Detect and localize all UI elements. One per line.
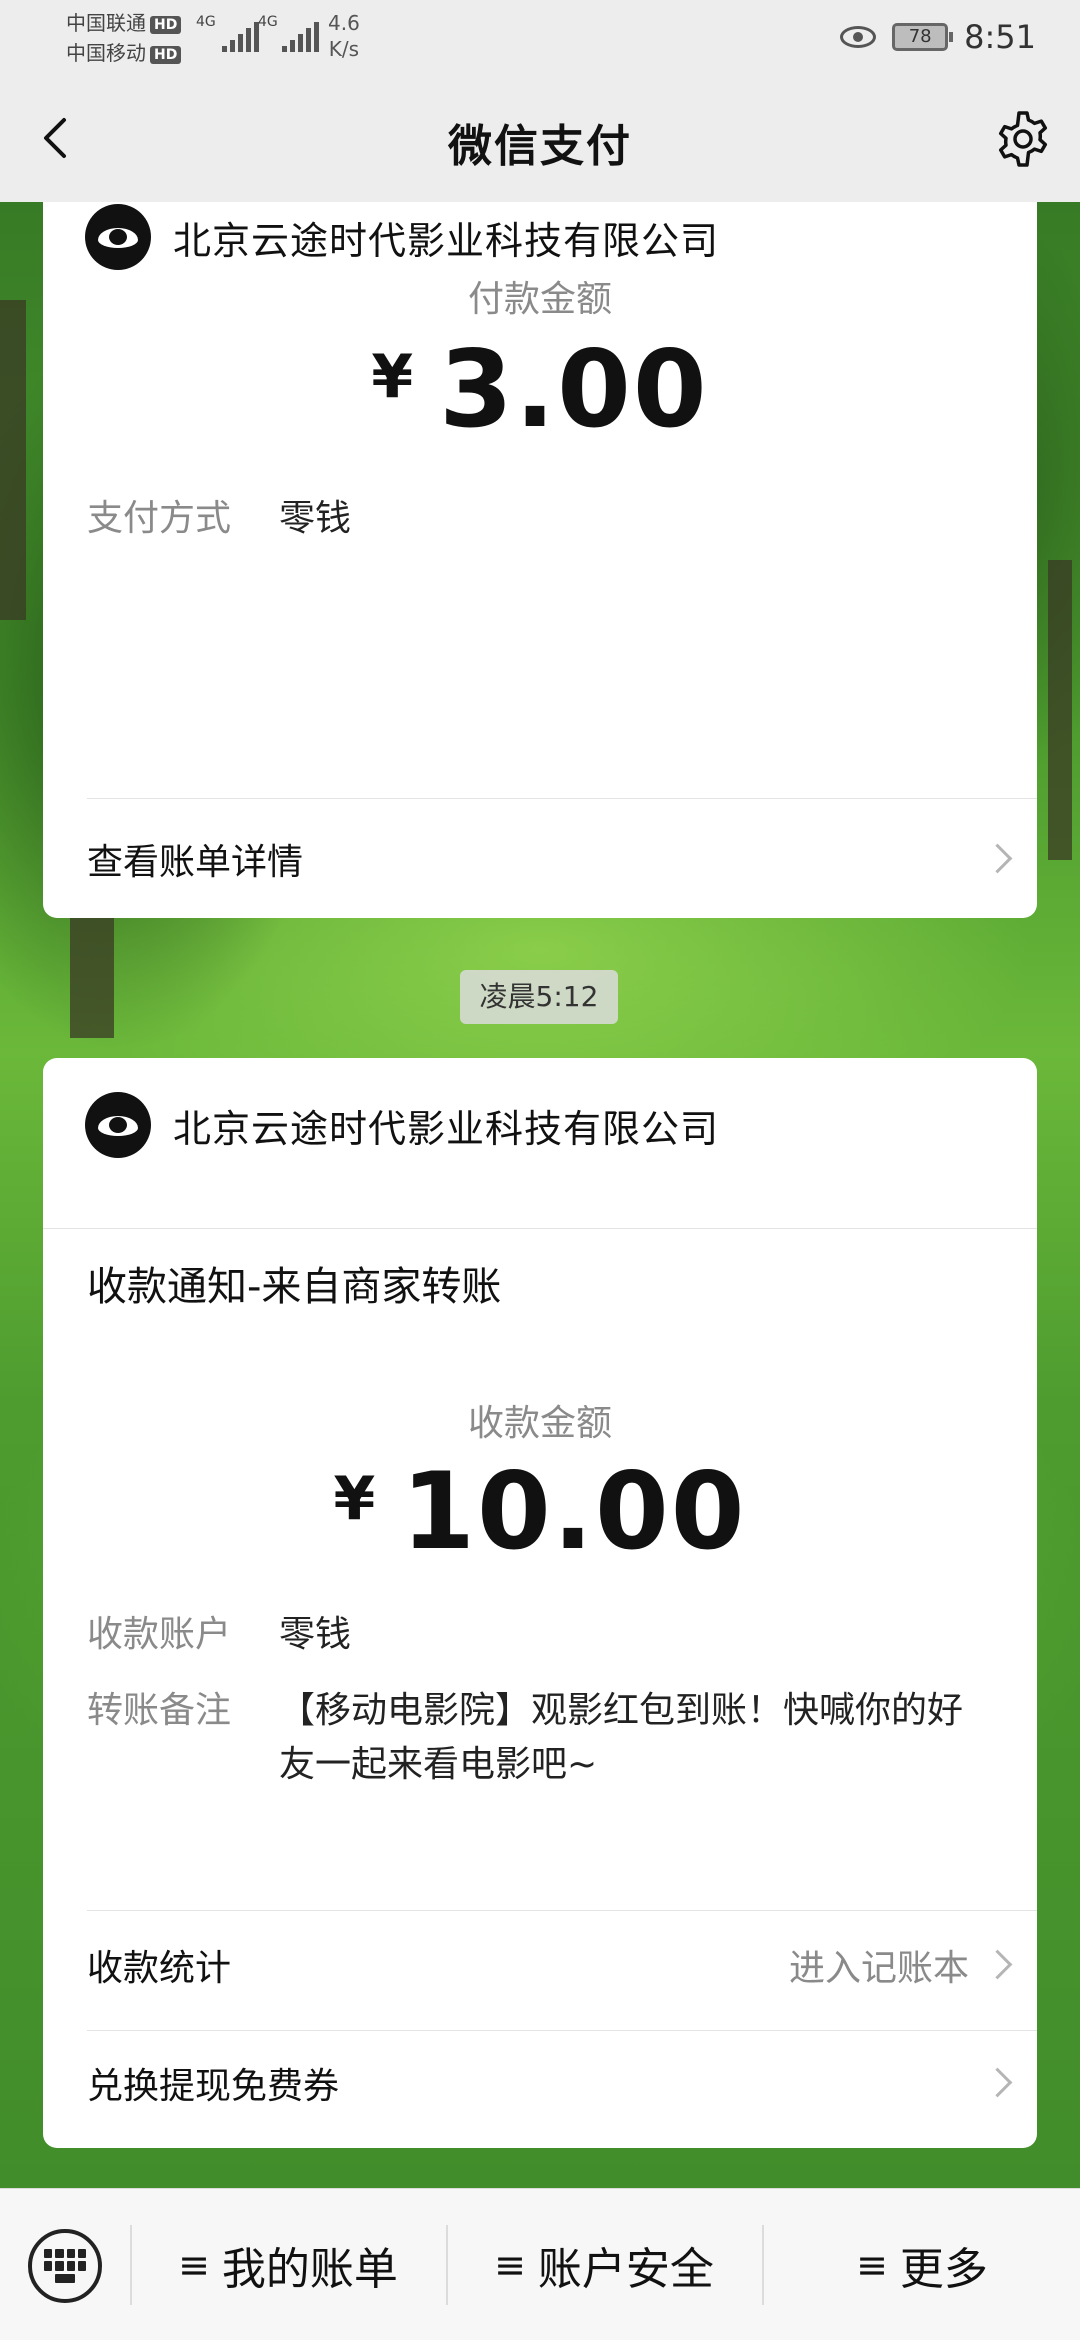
transfer-remark-value: 【移动电影院】观影红包到账！快喊你的好友一起来看电影吧~ (279, 1690, 964, 1785)
amount-number: 10.00 (401, 1450, 747, 1573)
merchant-name: 北京云途时代影业科技有限公司 (173, 1106, 720, 1151)
signal-icon (282, 18, 319, 52)
menu-my-bills[interactable]: ≡ 我的账单 (132, 2189, 444, 2340)
carrier-2: 中国移动 (66, 41, 146, 65)
payment-card: 北京云途时代影业科技有限公司 付款金额 ¥3.00 支付方式 零钱 查看账单详情 (43, 202, 1037, 918)
chevron-right-icon (987, 2066, 1007, 2100)
redeem-coupon-row[interactable]: 兑换提现免费券 (87, 2048, 1007, 2118)
eye-icon (840, 26, 877, 48)
menu-item-label: 更多 (899, 2244, 988, 2295)
carrier-1: 中国联通 (66, 11, 146, 35)
payment-method-row: 支付方式 零钱 (87, 492, 351, 546)
status-bar: 中国联通 HD 中国移动 HD 4G 4G 4.6 K/s 78 8:51 (0, 0, 1080, 74)
menu-item-label: 账户安全 (537, 2244, 714, 2295)
receipt-card: 北京云途时代影业科技有限公司 收款通知-来自商家转账 收款金额 ¥10.00 收… (43, 1058, 1037, 2148)
clock: 8:51 (964, 18, 1036, 56)
receiving-account-value: 零钱 (279, 1614, 352, 1655)
menu-item-label: 我的账单 (221, 2244, 398, 2295)
redeem-coupon-label: 兑换提现免费券 (87, 2066, 340, 2107)
amount-value: ¥3.00 (43, 328, 1037, 451)
divider (87, 2030, 1037, 2031)
notice-title: 收款通知-来自商家转账 (87, 1264, 502, 1310)
currency-symbol: ¥ (333, 1464, 376, 1534)
currency-symbol: ¥ (371, 342, 414, 412)
merchant-logo-icon (85, 204, 151, 270)
network-type-2: 4G (258, 14, 278, 30)
battery-icon: 78 (892, 23, 954, 51)
view-bill-details-label: 查看账单详情 (87, 842, 304, 883)
merchant-logo-icon (85, 1092, 151, 1158)
merchant-name: 北京云途时代影业科技有限公司 (173, 218, 720, 263)
merchant-header: 北京云途时代影业科技有限公司 (85, 204, 719, 270)
receiving-account-label: 收款账户 (87, 1614, 232, 1655)
transfer-remark-row: 转账备注 【移动电影院】观影红包到账！快喊你的好友一起来看电影吧~ (87, 1684, 979, 1792)
carrier-info: 中国联通 HD 中国移动 HD (66, 8, 182, 68)
divider (87, 1910, 1037, 1911)
menu-list-icon: ≡ (178, 2243, 210, 2287)
gear-icon[interactable] (992, 108, 1054, 170)
hd-badge: HD (150, 15, 182, 34)
open-ledger-link: 进入记账本 (788, 1948, 969, 1989)
amount-label: 付款金额 (467, 279, 612, 320)
menu-list-icon: ≡ (856, 2243, 888, 2287)
bottom-menu: ≡ 我的账单 ≡ 账户安全 ≡ 更多 (0, 2188, 1080, 2340)
transfer-remark-label: 转账备注 (87, 1690, 232, 1731)
page-title: 微信支付 (448, 121, 632, 172)
network-speed: 4.6 K/s (328, 11, 360, 61)
menu-account-security[interactable]: ≡ 账户安全 (448, 2189, 760, 2340)
payment-method-value: 零钱 (279, 498, 352, 539)
amount-label: 收款金额 (467, 1403, 612, 1444)
view-bill-details-row[interactable]: 查看账单详情 (87, 824, 1007, 894)
amount-number: 3.00 (439, 328, 709, 451)
divider (43, 1228, 1037, 1229)
menu-list-icon: ≡ (494, 2243, 526, 2287)
network-type-1: 4G (196, 14, 216, 30)
signal-icon (222, 18, 259, 52)
chevron-right-icon (987, 842, 1007, 876)
divider (87, 798, 1037, 799)
message-timestamp: 凌晨5:12 (460, 970, 618, 1024)
chevron-right-icon (987, 1948, 1007, 1982)
merchant-header: 北京云途时代影业科技有限公司 (85, 1092, 719, 1158)
nav-bar: 微信支付 (0, 74, 1080, 202)
receiving-account-row: 收款账户 零钱 (87, 1608, 351, 1662)
keyboard-icon[interactable] (28, 2229, 102, 2303)
amount-value: ¥10.00 (43, 1450, 1037, 1573)
payment-method-label: 支付方式 (87, 498, 232, 539)
receipt-stats-label: 收款统计 (87, 1948, 232, 1989)
receipt-stats-row[interactable]: 收款统计 进入记账本 (87, 1930, 1007, 2000)
menu-more[interactable]: ≡ 更多 (764, 2189, 1080, 2340)
hd-badge: HD (150, 45, 182, 64)
